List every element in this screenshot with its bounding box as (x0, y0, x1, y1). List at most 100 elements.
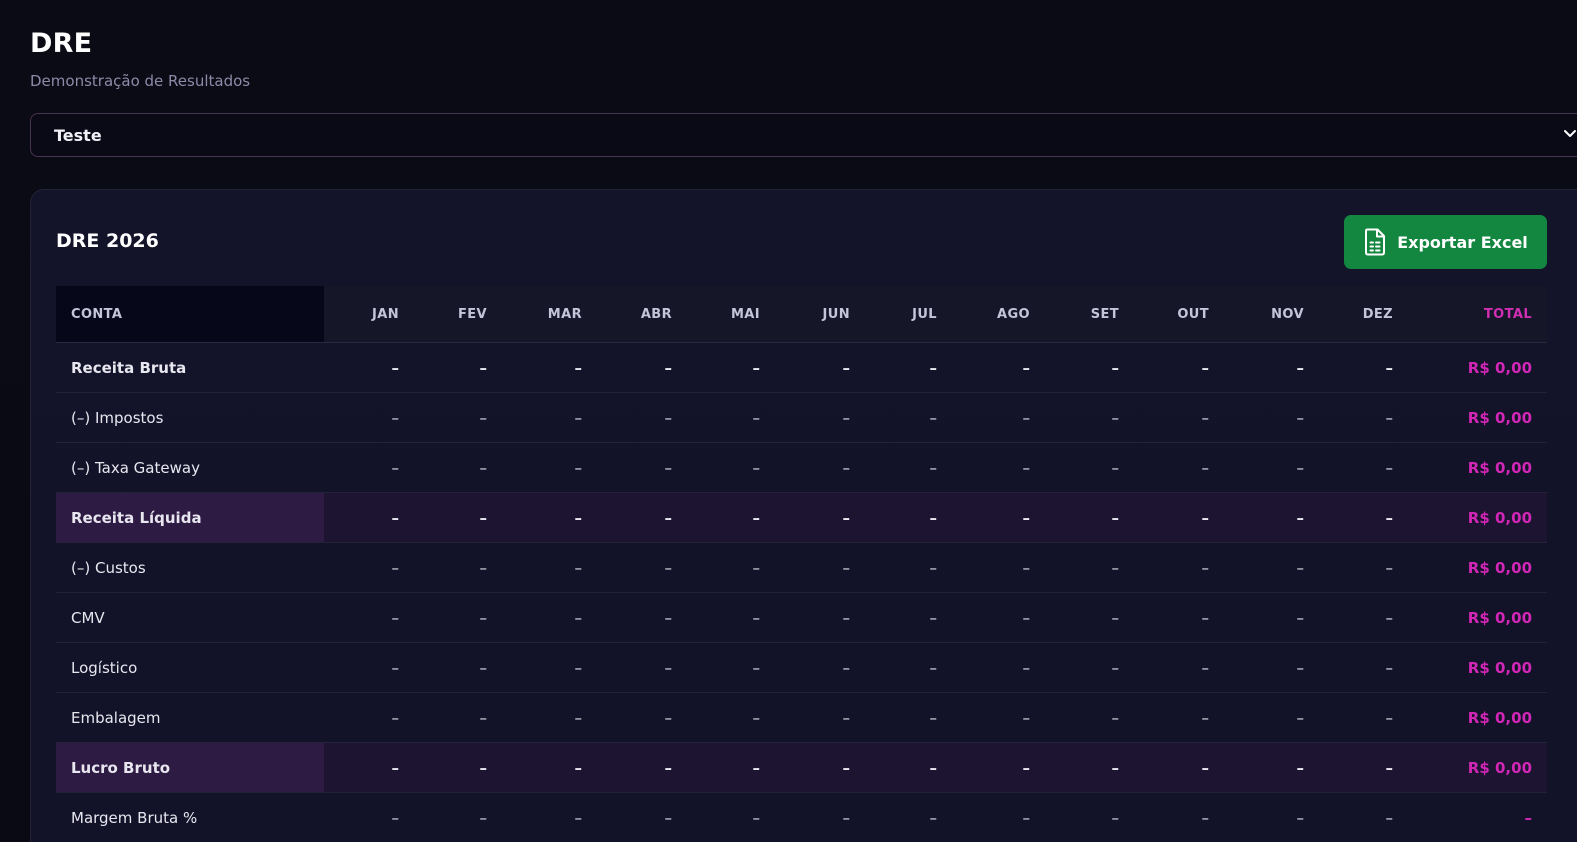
row-month-value: – (952, 442, 1045, 493)
row-month-value: – (865, 792, 952, 842)
row-month-value: – (597, 442, 687, 493)
header-ago: AGO (952, 286, 1045, 343)
row-month-value: – (1045, 742, 1134, 793)
row-month-value: – (1045, 642, 1134, 693)
row-total-value: R$ 0,00 (1408, 592, 1547, 643)
table-row: (–) Impostos – – – – – – – – – – – – R$ 0,00 (56, 392, 1547, 443)
spreadsheet-icon (1365, 228, 1386, 256)
row-month-value: – (1134, 742, 1224, 793)
table-row: Logístico – – – – – – – – – – – – R$ 0,00 (56, 642, 1547, 693)
row-month-value: – (865, 442, 952, 493)
table-row: Margem Bruta % – – – – – – – – – – – – – (56, 792, 1547, 842)
company-select[interactable]: Teste (30, 113, 1577, 157)
row-month-value: – (414, 792, 502, 842)
row-month-value: – (687, 492, 775, 543)
row-month-value: – (775, 492, 865, 543)
row-month-value: – (597, 542, 687, 593)
row-month-value: – (865, 692, 952, 743)
row-month-value: – (687, 592, 775, 643)
row-month-value: – (1224, 542, 1319, 593)
chevron-down-icon (1564, 130, 1576, 137)
row-month-value: – (775, 692, 865, 743)
row-month-value: – (414, 642, 502, 693)
row-month-value: – (597, 742, 687, 793)
row-account-label: CMV (56, 592, 324, 643)
row-month-value: – (597, 692, 687, 743)
header-mai: MAI (687, 286, 775, 343)
row-month-value: – (952, 692, 1045, 743)
row-month-value: – (1319, 542, 1408, 593)
row-month-value: – (414, 392, 502, 443)
row-month-value: – (687, 692, 775, 743)
header-total: TOTAL (1408, 286, 1547, 343)
row-month-value: – (414, 592, 502, 643)
dre-card: DRE 2026 Exportar Excel CONTA JAN FEV MA… (30, 189, 1577, 842)
row-month-value: – (414, 692, 502, 743)
row-month-value: – (1045, 592, 1134, 643)
row-total-value: R$ 0,00 (1408, 442, 1547, 493)
row-month-value: – (324, 792, 414, 842)
table-row: Receita Bruta – – – – – – – – – – – – R$ 0,00 (56, 342, 1547, 393)
row-account-label: Logístico (56, 642, 324, 693)
row-month-value: – (1319, 442, 1408, 493)
row-account-label: Embalagem (56, 692, 324, 743)
card-title: DRE 2026 (56, 230, 159, 252)
row-total-value: R$ 0,00 (1408, 742, 1547, 793)
row-month-value: – (687, 342, 775, 393)
page-title: DRE (30, 28, 93, 59)
row-month-value: – (597, 342, 687, 393)
row-month-value: – (865, 542, 952, 593)
table-row: Embalagem – – – – – – – – – – – – R$ 0,00 (56, 692, 1547, 743)
row-month-value: – (865, 392, 952, 443)
row-month-value: – (1134, 642, 1224, 693)
row-month-value: – (1045, 492, 1134, 543)
table-row: Receita Líquida – – – – – – – – – – – – R$ 0,00 (56, 492, 1547, 543)
row-month-value: – (502, 742, 597, 793)
row-month-value: – (502, 792, 597, 842)
row-month-value: – (1224, 392, 1319, 443)
header-dez: DEZ (1319, 286, 1408, 343)
table-row: Lucro Bruto – – – – – – – – – – – – R$ 0,00 (56, 742, 1547, 793)
row-total-value: R$ 0,00 (1408, 392, 1547, 443)
row-month-value: – (502, 542, 597, 593)
row-month-value: – (687, 792, 775, 842)
row-account-label: (–) Custos (56, 542, 324, 593)
row-account-label: Lucro Bruto (56, 742, 324, 793)
row-month-value: – (502, 442, 597, 493)
row-month-value: – (1134, 442, 1224, 493)
row-month-value: – (502, 392, 597, 443)
row-month-value: – (502, 692, 597, 743)
row-month-value: – (324, 392, 414, 443)
row-month-value: – (1319, 792, 1408, 842)
row-month-value: – (687, 742, 775, 793)
row-month-value: – (1224, 642, 1319, 693)
row-month-value: – (775, 792, 865, 842)
header-jan: JAN (324, 286, 414, 343)
row-month-value: – (1319, 642, 1408, 693)
row-month-value: – (502, 342, 597, 393)
row-month-value: – (775, 392, 865, 443)
export-excel-button[interactable]: Exportar Excel (1344, 215, 1547, 269)
row-month-value: – (1134, 492, 1224, 543)
row-month-value: – (775, 592, 865, 643)
row-month-value: – (1224, 742, 1319, 793)
row-month-value: – (1045, 342, 1134, 393)
row-month-value: – (502, 592, 597, 643)
row-month-value: – (414, 742, 502, 793)
row-total-value: R$ 0,00 (1408, 492, 1547, 543)
row-total-value: R$ 0,00 (1408, 342, 1547, 393)
row-month-value: – (1045, 442, 1134, 493)
row-month-value: – (1045, 692, 1134, 743)
row-month-value: – (324, 542, 414, 593)
row-month-value: – (1045, 792, 1134, 842)
row-month-value: – (324, 642, 414, 693)
row-month-value: – (775, 342, 865, 393)
header-abr: ABR (597, 286, 687, 343)
row-month-value: – (952, 792, 1045, 842)
header-fev: FEV (414, 286, 502, 343)
row-month-value: – (952, 342, 1045, 393)
row-month-value: – (865, 592, 952, 643)
row-month-value: – (687, 642, 775, 693)
row-total-value: – (1408, 792, 1547, 842)
table-row: (–) Custos – – – – – – – – – – – – R$ 0,00 (56, 542, 1547, 593)
